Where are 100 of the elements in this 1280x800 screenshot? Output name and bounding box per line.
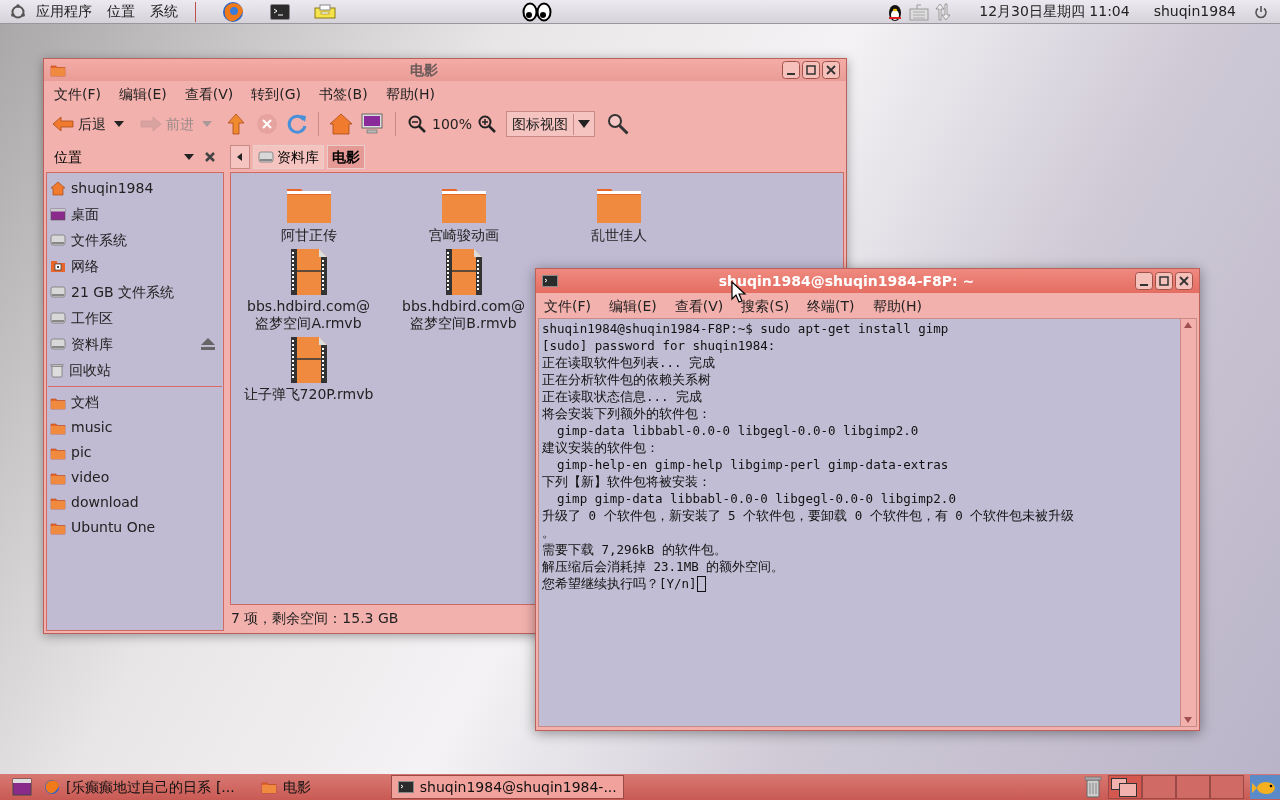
cursor — [696, 575, 706, 592]
close-icon[interactable] — [204, 151, 216, 163]
zoom-level: 100% — [432, 114, 473, 134]
file-name[interactable]: 宫崎骏动画 — [428, 227, 499, 244]
back-button[interactable]: 后退 — [50, 113, 108, 135]
file-name[interactable]: 乱世佳人 — [590, 227, 647, 244]
terminal-line: 正在读取软件包列表... 完成 — [542, 354, 716, 371]
computer-icon[interactable] — [361, 113, 383, 135]
close-button[interactable] — [1175, 272, 1193, 290]
workspace-switcher-cell[interactable] — [1142, 775, 1176, 799]
folder-icon — [50, 395, 66, 410]
panel-menu[interactable]: 应用程序 — [36, 1, 92, 22]
sidebar-item[interactable]: music — [47, 415, 223, 440]
sidebar-item[interactable]: 资料库 — [47, 331, 223, 357]
trash-icon — [50, 362, 64, 378]
trash-icon[interactable] — [1084, 776, 1102, 798]
file-name[interactable]: bbs.hdbird.com@ 盗梦空间B.rmvb — [402, 298, 525, 332]
video-file-icon[interactable] — [444, 248, 483, 296]
workspace-switcher-cell[interactable] — [1210, 775, 1244, 799]
terminal-line: gimp-help-en gimp-help libgimp-perl gimp-data-extras — [556, 456, 949, 473]
menu-item[interactable]: 搜索(S) — [735, 295, 796, 317]
network-folder-icon — [50, 259, 66, 273]
workspace-switcher-cell[interactable] — [1108, 775, 1142, 799]
menu-item[interactable]: 编辑(E) — [603, 295, 663, 317]
panel-menu[interactable]: 位置 — [107, 1, 135, 22]
sidebar-item[interactable]: 网络 — [47, 253, 223, 279]
menu-item[interactable]: 书签(B) — [313, 83, 374, 105]
minimize-button[interactable] — [782, 61, 800, 79]
sidebar-item[interactable]: 回收站 — [47, 357, 223, 383]
folder-icon — [50, 520, 66, 535]
clock[interactable]: 12月30日星期四 11:04 — [979, 1, 1130, 22]
caret-icon[interactable] — [112, 119, 126, 129]
maximize-button[interactable] — [802, 61, 820, 79]
sidebar-item[interactable]: 桌面 — [47, 201, 223, 227]
panel-menu[interactable]: 系统 — [150, 1, 178, 22]
browser-icon[interactable] — [222, 0, 244, 23]
menu-item[interactable]: 查看(V) — [668, 295, 730, 317]
menu-item[interactable]: 文件(F) — [538, 295, 597, 317]
drive-icon — [258, 150, 274, 164]
file-name[interactable]: 让子弹飞720P.rmvb — [243, 386, 374, 403]
window-title: 电影 — [409, 60, 439, 80]
browser-icon — [44, 779, 60, 795]
power-icon[interactable] — [1254, 4, 1268, 19]
terminal-icon[interactable] — [270, 3, 290, 20]
sidebar-item[interactable]: Ubuntu One — [47, 515, 223, 540]
tray-icon[interactable] — [314, 3, 336, 20]
menu-item[interactable]: 编辑(E) — [113, 83, 173, 105]
caret-icon[interactable] — [184, 153, 194, 161]
file-name[interactable]: bbs.hdbird.com@ 盗梦空间A.rmvb — [247, 298, 370, 332]
menu-item[interactable]: 终端(T) — [801, 295, 861, 317]
user-name[interactable]: shuqin1984 — [1153, 1, 1236, 22]
menu-item[interactable]: 查看(V) — [178, 83, 240, 105]
eject-icon[interactable] — [200, 337, 216, 351]
view-dropdown[interactable]: 图标视图 — [506, 111, 596, 137]
sidebar-item[interactable]: download — [47, 490, 223, 515]
terminal-line: 正在读取状态信息... 完成 — [542, 388, 703, 405]
menu-item[interactable]: 转到(G) — [245, 83, 308, 105]
minimize-button[interactable] — [1135, 272, 1153, 290]
breadcrumb-button[interactable]: 资料库 — [253, 145, 324, 169]
sidebar-item[interactable]: video — [47, 465, 223, 490]
file-name[interactable]: 阿甘正传 — [280, 227, 337, 244]
maximize-button[interactable] — [1155, 272, 1173, 290]
status-text: 7 项，剩余空间：15.3 GB — [230, 608, 400, 628]
arrow-icon — [140, 115, 162, 133]
sidebar-item[interactable]: 21 GB 文件系统 — [47, 279, 223, 305]
sidebar-title: 位置 — [54, 147, 83, 167]
terminal-line: 升级了 0 个软件包，新安装了 5 个软件包，要卸载 0 个软件包，有 0 个软件包未被升级 — [542, 507, 1075, 524]
back-arrow-button-icon[interactable] — [230, 145, 250, 169]
folder-icon — [260, 780, 277, 794]
menu-item[interactable]: 帮助(H) — [379, 83, 442, 105]
folder-icon — [50, 420, 66, 435]
zoom-out-icon[interactable] — [408, 115, 426, 133]
sidebar-item[interactable]: 工作区 — [47, 305, 223, 331]
sidebar-item[interactable]: 文档 — [47, 390, 223, 415]
arrow-icon — [52, 115, 74, 133]
terminal-line: 需要下载 7,296kB 的软件包。 — [542, 541, 727, 558]
terminal-line: 建议安装的软件包： — [542, 439, 659, 456]
zoom-in-icon[interactable] — [478, 115, 497, 133]
workspace-switcher-cell[interactable] — [1176, 775, 1210, 799]
search-icon[interactable] — [607, 113, 630, 135]
video-file-icon[interactable] — [289, 336, 328, 384]
ubuntu-logo-icon[interactable] — [10, 3, 26, 20]
folder-icon — [50, 495, 66, 510]
terminal-line: 正在分析软件包的依赖关系树 — [542, 371, 711, 388]
menu-item[interactable]: 帮助(H) — [866, 295, 929, 317]
terminal-line: shuqin1984@shuqin1984-F8P:~$ sudo apt-get install gimp — [542, 320, 949, 337]
breadcrumb-button[interactable]: 电影 — [327, 145, 365, 169]
taskbar-button[interactable]: 电影 — [254, 775, 317, 799]
close-button[interactable] — [822, 61, 840, 79]
terminal-line: gimp-data libbabl-0.0-0 libgegl-0.0-0 libgimp2.0 — [556, 422, 919, 439]
video-file-icon[interactable] — [289, 248, 328, 296]
sidebar-item[interactable]: pic — [47, 440, 223, 465]
eyes-icon — [522, 1, 552, 22]
sidebar-item[interactable]: shuqin1984 — [47, 175, 223, 201]
menu-item[interactable]: 文件(F) — [48, 83, 107, 105]
taskbar-button[interactable]: [乐癫癫地过自己的日系 [... — [38, 775, 241, 799]
taskbar-button[interactable]: shuqin1984@shuqin1984-... — [390, 775, 624, 799]
show-desktop-icon[interactable] — [10, 778, 32, 796]
sidebar-item[interactable]: 文件系统 — [47, 227, 223, 253]
view-label: 图标视图 — [507, 113, 575, 135]
